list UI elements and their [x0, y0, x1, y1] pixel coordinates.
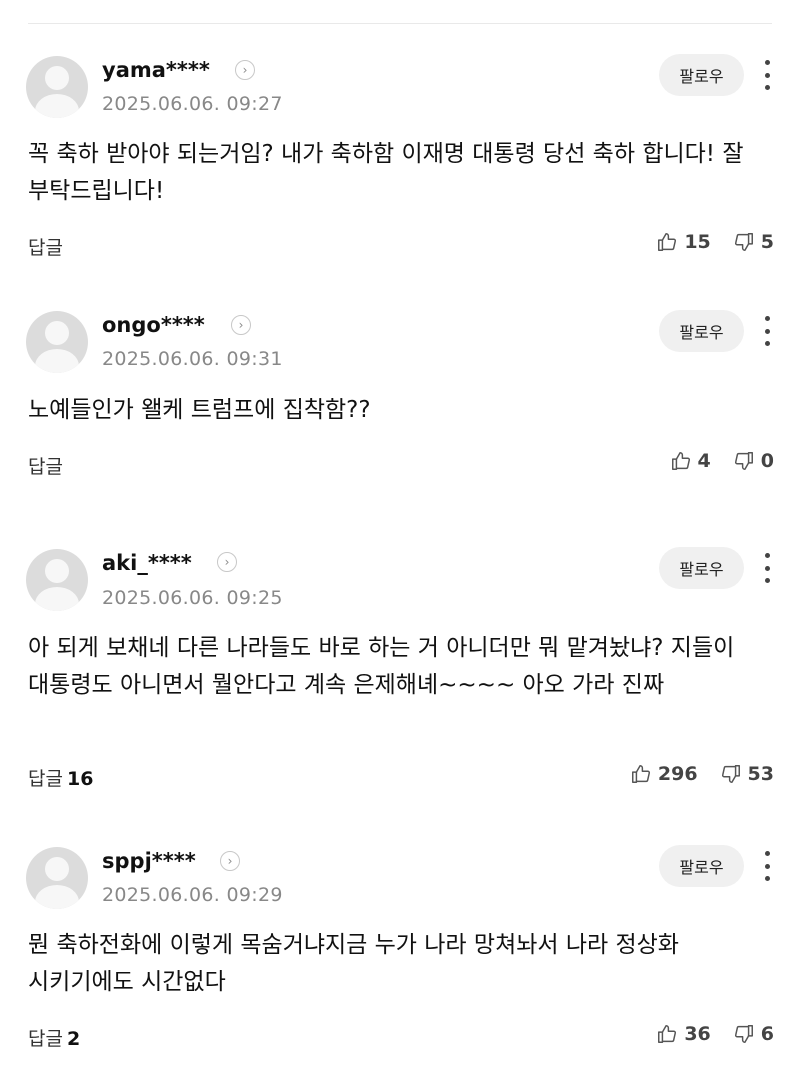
- follow-button[interactable]: 팔로우: [659, 845, 744, 887]
- reaction-bar: 4 0: [670, 450, 774, 472]
- reply-label: 답글: [28, 768, 63, 790]
- reply-count: 16: [66, 768, 94, 790]
- like-count: 36: [684, 1023, 711, 1045]
- comment-username[interactable]: sppj****: [102, 849, 196, 873]
- reaction-bar: 15 5: [656, 231, 774, 253]
- like-button[interactable]: 296: [630, 763, 698, 785]
- dislike-count: 53: [747, 763, 774, 785]
- like-button[interactable]: 15: [656, 231, 711, 253]
- thumbs-up-icon: [658, 233, 677, 251]
- dislike-button[interactable]: 53: [720, 763, 774, 785]
- thumbs-down-icon: [734, 1025, 753, 1043]
- like-count: 4: [697, 450, 711, 472]
- reply-button[interactable]: 답글 16: [28, 764, 93, 791]
- comment-username[interactable]: ongo****: [102, 313, 205, 337]
- more-options-icon[interactable]: [758, 851, 776, 881]
- follow-button[interactable]: 팔로우: [659, 54, 744, 96]
- avatar[interactable]: [26, 549, 88, 611]
- thumbs-down-icon: [721, 765, 740, 783]
- comment-username[interactable]: yama****: [102, 58, 210, 82]
- more-options-icon[interactable]: [758, 60, 776, 90]
- comment-username[interactable]: aki_****: [102, 551, 192, 575]
- dislike-button[interactable]: 5: [733, 231, 774, 253]
- comment-timestamp: 2025.06.06. 09:31: [102, 348, 283, 370]
- thumbs-up-icon: [671, 452, 690, 470]
- reply-button[interactable]: 답글: [28, 452, 67, 479]
- like-count: 296: [657, 763, 698, 785]
- dislike-count: 0: [760, 450, 774, 472]
- reply-label: 답글: [28, 237, 63, 259]
- reaction-bar: 296 53: [630, 763, 774, 785]
- more-options-icon[interactable]: [758, 316, 776, 346]
- thumbs-up-icon: [658, 1025, 677, 1043]
- avatar[interactable]: [26, 56, 88, 118]
- reply-button[interactable]: 답글 2: [28, 1024, 80, 1051]
- more-options-icon[interactable]: [758, 553, 776, 583]
- thumbs-down-icon: [734, 452, 753, 470]
- dislike-button[interactable]: 0: [733, 450, 774, 472]
- avatar[interactable]: [26, 847, 88, 909]
- thumbs-up-icon: [631, 765, 650, 783]
- dislike-count: 5: [760, 231, 774, 253]
- reply-button[interactable]: 답글: [28, 233, 67, 260]
- comment-timestamp: 2025.06.06. 09:27: [102, 93, 283, 115]
- reply-label: 답글: [28, 1028, 63, 1050]
- comment-timestamp: 2025.06.06. 09:25: [102, 587, 283, 609]
- comment-text: 꼭 축하 받아야 되는거임? 내가 축하함 이재명 대통령 당선 축하 합니다!…: [28, 141, 744, 204]
- dislike-count: 6: [760, 1023, 774, 1045]
- reply-count: 2: [66, 1028, 81, 1050]
- reaction-bar: 36 6: [656, 1023, 774, 1045]
- follow-button[interactable]: 팔로우: [659, 547, 744, 589]
- top-divider: [28, 23, 772, 24]
- thumbs-down-icon: [734, 233, 753, 251]
- chevron-right-icon[interactable]: ›: [217, 552, 237, 572]
- chevron-right-icon[interactable]: ›: [235, 60, 255, 80]
- reply-label: 답글: [28, 456, 63, 478]
- like-count: 15: [684, 231, 711, 253]
- chevron-right-icon[interactable]: ›: [231, 315, 251, 335]
- like-button[interactable]: 4: [670, 450, 711, 472]
- follow-button[interactable]: 팔로우: [659, 310, 744, 352]
- like-button[interactable]: 36: [656, 1023, 711, 1045]
- comment-timestamp: 2025.06.06. 09:29: [102, 884, 283, 906]
- comment-text: 아 되게 보채네 다른 나라들도 바로 하는 거 아니더만 뭐 맡겨놨냐? 지들…: [28, 635, 735, 698]
- chevron-right-icon[interactable]: ›: [220, 851, 240, 871]
- comment-text: 노예들인가 왤케 트럼프에 집착함??: [28, 397, 371, 423]
- avatar[interactable]: [26, 311, 88, 373]
- dislike-button[interactable]: 6: [733, 1023, 774, 1045]
- comment-text: 뭔 축하전화에 이렇게 목숨거냐지금 누가 나라 망쳐놔서 나라 정상화 시키기…: [28, 932, 679, 995]
